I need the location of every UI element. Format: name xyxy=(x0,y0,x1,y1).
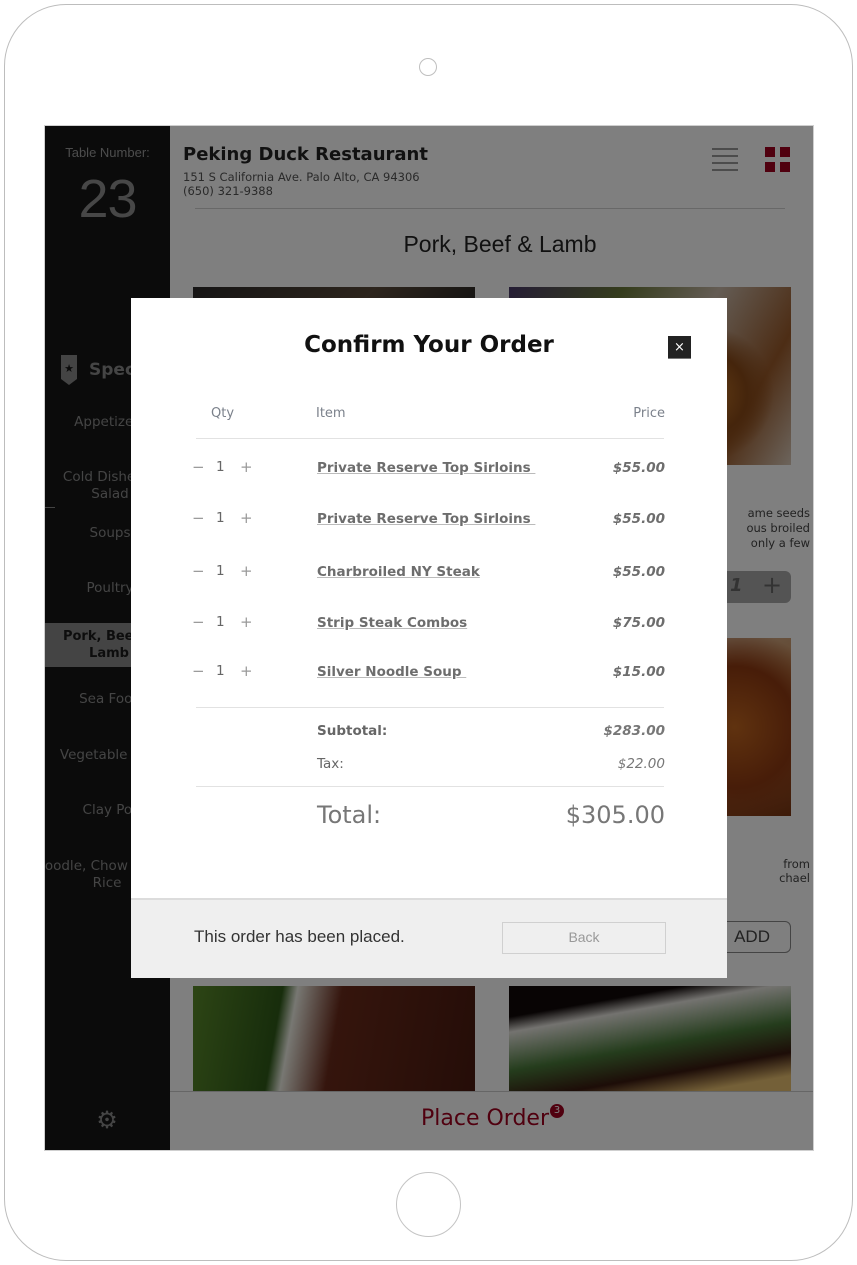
item-name-link[interactable]: Silver Noodle Soup xyxy=(317,664,466,680)
item-price: $55.00 xyxy=(612,460,665,476)
item-name-link[interactable]: Charbroiled NY Steak xyxy=(317,564,480,580)
item-price: $15.00 xyxy=(612,664,665,680)
order-row: − 1 + Private Reserve Top Sirloins $55.0… xyxy=(131,509,727,533)
plus-icon[interactable]: + xyxy=(240,458,253,476)
close-button[interactable]: × xyxy=(668,336,691,359)
subtotal-value: $283.00 xyxy=(603,723,666,739)
order-row: − 1 + Strip Steak Combos $75.00 xyxy=(131,613,727,637)
minus-icon[interactable]: − xyxy=(192,613,205,631)
quantity-value: 1 xyxy=(216,510,225,526)
status-message: This order has been placed. xyxy=(194,927,405,946)
quantity-value: 1 xyxy=(216,614,225,630)
quantity-value: 1 xyxy=(216,663,225,679)
modal-footer: This order has been placed. Back xyxy=(131,898,727,978)
modal-title: Confirm Your Order xyxy=(304,332,554,358)
item-name-link[interactable]: Strip Steak Combos xyxy=(317,615,467,631)
column-header-price: Price xyxy=(633,406,665,421)
minus-icon[interactable]: − xyxy=(192,562,205,580)
plus-icon[interactable]: + xyxy=(240,662,253,680)
item-name-link[interactable]: Private Reserve Top Sirloins xyxy=(317,511,535,527)
quantity-value: 1 xyxy=(216,563,225,579)
item-price: $55.00 xyxy=(612,511,665,527)
item-price: $75.00 xyxy=(612,615,665,631)
plus-icon[interactable]: + xyxy=(240,562,253,580)
home-button[interactable] xyxy=(396,1172,461,1237)
divider xyxy=(196,438,664,439)
order-row: − 1 + Silver Noodle Soup $15.00 xyxy=(131,662,727,686)
column-header-qty: Qty xyxy=(211,406,235,421)
divider xyxy=(196,786,664,787)
camera-icon xyxy=(419,58,437,76)
order-row: − 1 + Private Reserve Top Sirloins $55.0… xyxy=(131,458,727,482)
item-price: $55.00 xyxy=(612,564,665,580)
total-label: Total: xyxy=(317,801,382,829)
subtotal-label: Subtotal: xyxy=(317,723,388,739)
minus-icon[interactable]: − xyxy=(192,662,205,680)
tax-label: Tax: xyxy=(317,756,344,772)
column-header-item: Item xyxy=(316,406,346,421)
tax-value: $22.00 xyxy=(617,756,665,772)
minus-icon[interactable]: − xyxy=(192,509,205,527)
item-name-link[interactable]: Private Reserve Top Sirloins xyxy=(317,460,535,476)
quantity-value: 1 xyxy=(216,459,225,475)
total-value: $305.00 xyxy=(565,801,665,829)
back-button[interactable]: Back xyxy=(502,922,666,954)
divider xyxy=(196,707,664,708)
plus-icon[interactable]: + xyxy=(240,613,253,631)
plus-icon[interactable]: + xyxy=(240,509,253,527)
minus-icon[interactable]: − xyxy=(192,458,205,476)
confirm-order-modal: Confirm Your Order × Qty Item Price − 1 … xyxy=(131,298,727,978)
order-row: − 1 + Charbroiled NY Steak $55.00 xyxy=(131,562,727,586)
